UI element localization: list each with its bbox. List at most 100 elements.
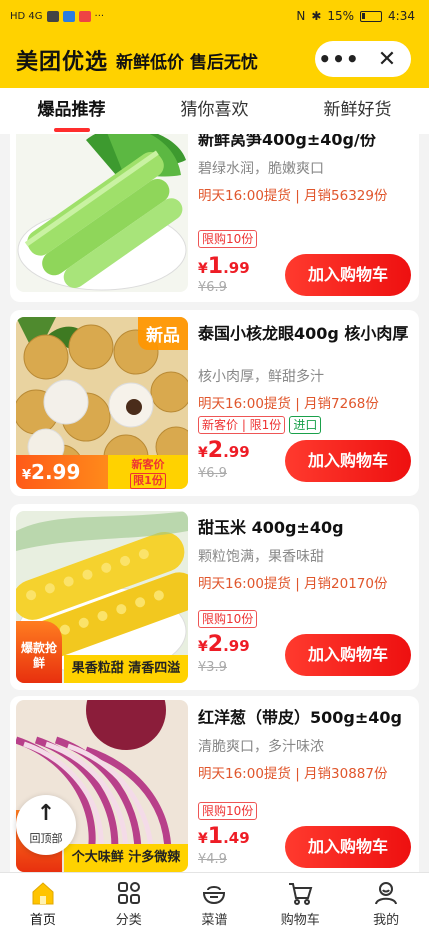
- product-desc: 颗粒饱满，果香味甜: [198, 549, 324, 565]
- strip-label-text: 新客价: [131, 458, 165, 471]
- arrow-up-icon: ↑: [36, 801, 56, 826]
- product-tags: 限购10份: [198, 230, 258, 248]
- original-price: ¥6.9: [198, 280, 227, 295]
- new-customer-price-strip: ¥2.99 新客价 限1份: [16, 455, 188, 489]
- network-label: HD 4G: [10, 10, 43, 22]
- price-integer: 2: [207, 632, 224, 657]
- product-price: ¥2.99: [198, 438, 250, 463]
- product-desc: 核小肉厚，鲜甜多汁: [198, 369, 324, 385]
- price-integer: 1: [207, 824, 224, 849]
- original-price: ¥3.9: [198, 660, 227, 675]
- product-sales: 明天16:00提货 | 月销7268份: [198, 396, 379, 412]
- brand-title: 美团优选: [16, 50, 109, 75]
- price-decimal: .99: [223, 259, 250, 277]
- product-sales: 明天16:00提货 | 月销56329份: [198, 188, 388, 204]
- nav-profile-label: 我的: [373, 913, 400, 928]
- tab-guess-you-like[interactable]: 猜你喜欢: [143, 88, 286, 134]
- price-integer: 1: [207, 254, 224, 279]
- product-title: 甜玉米 400g±40g: [198, 518, 344, 537]
- back-to-top-button[interactable]: ↑ 回顶部: [16, 795, 76, 855]
- product-title: 新鲜莴笋400g±40g/份: [198, 134, 376, 149]
- currency-symbol: ¥: [198, 261, 208, 277]
- import-tag: 进口: [289, 416, 322, 434]
- bowl-icon: [172, 879, 258, 907]
- more-icon[interactable]: •••: [315, 44, 363, 74]
- notification-icon: [78, 10, 91, 22]
- price-integer: 2: [207, 438, 224, 463]
- add-to-cart-button[interactable]: 加入购物车: [285, 826, 411, 868]
- product-desc: 清脆爽口，多汁味浓: [198, 739, 324, 755]
- feature-strip: 果香粒甜 清香四溢: [64, 655, 188, 683]
- tab-hot-picks[interactable]: 爆品推荐: [0, 88, 143, 134]
- product-price: ¥1.99: [198, 254, 250, 279]
- product-feed[interactable]: 新鲜莴笋400g±40g/份 碧绿水润，脆嫩爽口 明天16:00提货 | 月销5…: [0, 134, 429, 872]
- original-price: ¥6.9: [198, 466, 227, 481]
- currency-symbol: ¥: [198, 639, 208, 655]
- product-info: 甜玉米 400g±40g 颗粒饱满，果香味甜 明天16:00提货 | 月销201…: [198, 514, 409, 592]
- strip-price: ¥2.99: [16, 455, 108, 489]
- product-image-longan[interactable]: 新品 ¥2.99 新客价 限1份: [16, 317, 188, 489]
- category-tabs: 爆品推荐 猜你喜欢 新鲜好货: [0, 88, 429, 134]
- original-price: ¥4.9: [198, 852, 227, 867]
- add-to-cart-button[interactable]: 加入购物车: [285, 634, 411, 676]
- product-sales: 明天16:00提货 | 月销20170份: [198, 576, 388, 592]
- product-tags: 限购10份: [198, 610, 258, 628]
- product-price: ¥1.49: [198, 824, 250, 849]
- nav-cart[interactable]: 购物车: [257, 873, 343, 931]
- product-price: ¥2.99: [198, 632, 250, 657]
- bottom-nav: 首页 分类 菜谱 购物车 我的: [0, 872, 429, 931]
- nav-recipes-label: 菜谱: [201, 913, 228, 928]
- hot-flag: 爆款抢鲜: [16, 621, 62, 683]
- product-info: 新鲜莴笋400g±40g/份 碧绿水润，脆嫩爽口 明天16:00提货 | 月销5…: [198, 134, 409, 204]
- strip-currency: ¥: [22, 468, 32, 483]
- nav-recipes[interactable]: 菜谱: [172, 873, 258, 931]
- nav-cart-label: 购物车: [280, 913, 320, 928]
- mini-program-capsule: ••• ✕: [315, 41, 411, 77]
- product-image-lettuce[interactable]: [16, 134, 188, 292]
- nav-category[interactable]: 分类: [86, 873, 172, 931]
- add-to-cart-button[interactable]: 加入购物车: [285, 440, 411, 482]
- price-decimal: .99: [223, 637, 250, 655]
- user-icon: [343, 879, 429, 907]
- clock: 4:34: [388, 9, 415, 23]
- more-notifications-icon: ···: [94, 10, 105, 22]
- limit-tag: 限购10份: [198, 802, 258, 820]
- product-title: 红洋葱（带皮）500g±40g: [198, 708, 402, 727]
- product-sales: 明天16:00提货 | 月销30887份: [198, 766, 388, 782]
- limit-tag: 限购10份: [198, 610, 258, 628]
- product-card[interactable]: 爆款抢鲜 果香粒甜 清香四溢 甜玉米 400g±40g 颗粒饱满，果香味甜 明天…: [10, 504, 419, 690]
- currency-symbol: ¥: [198, 831, 208, 847]
- product-image-corn[interactable]: 爆款抢鲜 果香粒甜 清香四溢: [16, 511, 188, 683]
- strip-price-value: 2.99: [31, 460, 81, 484]
- product-card[interactable]: 新品 ¥2.99 新客价 限1份 泰国小核龙眼400g 核小肉厚 核小肉厚，鲜甜…: [10, 310, 419, 496]
- signal-icon: [46, 10, 59, 22]
- nfc-icon: N: [296, 9, 306, 23]
- nav-profile[interactable]: 我的: [343, 873, 429, 931]
- status-right: N ✱ 15% 4:34: [296, 9, 415, 23]
- cart-icon: [257, 879, 343, 907]
- product-desc: 碧绿水润，脆嫩爽口: [198, 161, 324, 177]
- limit-tag: 限购10份: [198, 230, 258, 248]
- product-tags: 限购10份: [198, 802, 258, 820]
- grid-icon: [86, 879, 172, 907]
- status-left: HD 4G ···: [10, 10, 105, 22]
- new-badge: 新品: [138, 317, 188, 350]
- strip-sub-text: 限1份: [130, 473, 166, 489]
- product-info: 泰国小核龙眼400g 核小肉厚 核小肉厚，鲜甜多汁 明天16:00提货 | 月销…: [198, 320, 409, 412]
- product-card[interactable]: 新鲜莴笋400g±40g/份 碧绿水润，脆嫩爽口 明天16:00提货 | 月销5…: [10, 134, 419, 302]
- nav-home[interactable]: 首页: [0, 873, 86, 931]
- back-to-top-label: 回顶部: [29, 832, 63, 845]
- nav-category-label: 分类: [115, 913, 142, 928]
- add-to-cart-button[interactable]: 加入购物车: [285, 254, 411, 296]
- feature-strip: 个大味鲜 汁多微辣: [64, 844, 188, 872]
- strip-label: 新客价 限1份: [108, 455, 188, 489]
- bluetooth-icon: ✱: [311, 9, 322, 23]
- product-tags: 新客价 | 限1份 进口: [198, 416, 322, 434]
- tab-fresh-goods[interactable]: 新鲜好货: [286, 88, 429, 134]
- battery-icon: [360, 10, 383, 22]
- home-icon: [0, 879, 86, 907]
- close-icon[interactable]: ✕: [363, 47, 411, 72]
- status-bar: HD 4G ··· N ✱ 15% 4:34: [0, 0, 429, 32]
- app-icon: [62, 10, 75, 22]
- battery-percent: 15%: [327, 9, 355, 23]
